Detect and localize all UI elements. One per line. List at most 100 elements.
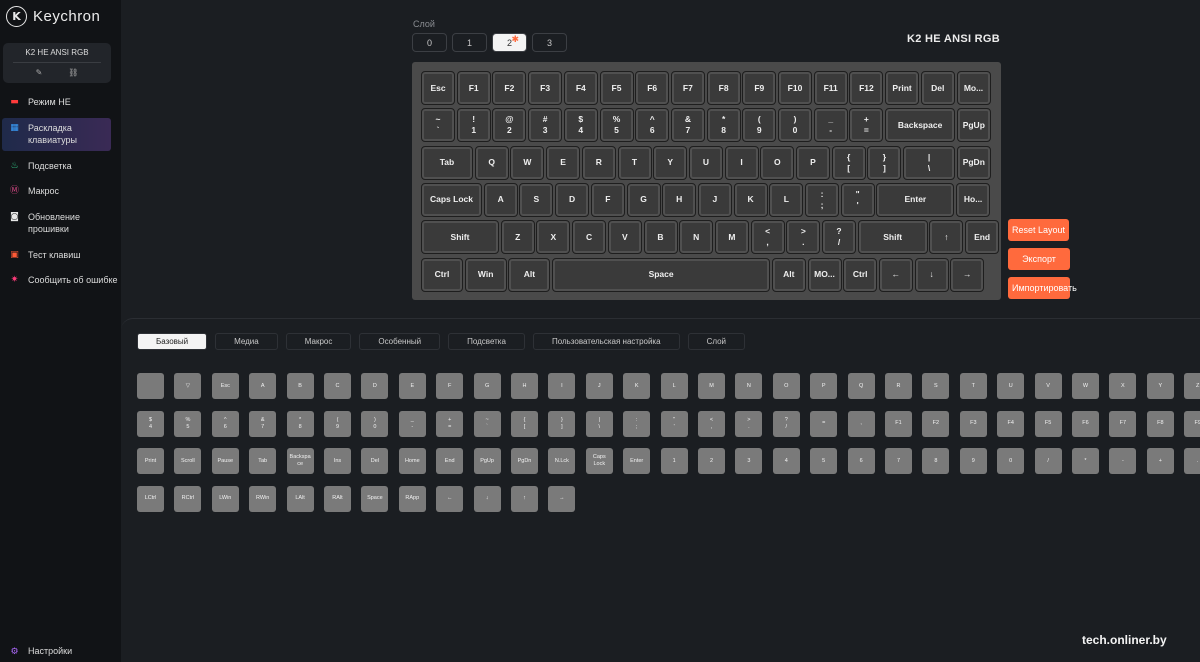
keycode-space[interactable]: Space — [361, 485, 389, 512]
keycode-blank[interactable]: , — [847, 410, 875, 437]
keycode-tab[interactable]: Tab — [249, 448, 277, 474]
keycode-8[interactable]: * 8 — [286, 410, 314, 437]
key-shift[interactable]: Shift — [421, 220, 499, 255]
key-blank[interactable]: {[ — [831, 145, 866, 180]
key-pgup[interactable]: PgUp — [956, 108, 991, 143]
keycode-2[interactable]: 2 — [698, 448, 725, 474]
keycode-rapp[interactable]: RApp — [398, 485, 426, 512]
key-f6[interactable]: F6 — [635, 71, 670, 105]
keycode-b[interactable]: B — [286, 373, 314, 399]
export-button[interactable]: Экспорт — [1008, 248, 1070, 270]
keycode-n-lck[interactable]: N.Lck — [548, 448, 576, 474]
key-a[interactable]: A — [483, 182, 518, 217]
keycode-o[interactable]: O — [772, 373, 800, 399]
keycode-blank[interactable]: <, — [698, 410, 725, 437]
keycode-f2[interactable]: F2 — [922, 410, 950, 437]
tab-базовый[interactable]: Базовый — [137, 333, 208, 350]
key-f1[interactable]: F1 — [456, 71, 491, 105]
keycode-ralt[interactable]: RAlt — [324, 485, 351, 512]
keycode-lalt[interactable]: LAlt — [286, 485, 314, 512]
keycode-f9[interactable]: F9 — [1184, 410, 1200, 437]
keycode-blank[interactable]: = — [810, 410, 838, 437]
keycode-k[interactable]: K — [623, 373, 651, 399]
keycode-6[interactable]: 6 — [847, 448, 875, 474]
key-ctrl[interactable]: Ctrl — [843, 257, 878, 292]
key-o[interactable]: O — [760, 145, 795, 180]
keycode-9[interactable]: 9 — [959, 448, 987, 474]
key-3[interactable]: #3 — [528, 108, 563, 143]
sidebar-item-macro[interactable]: Ⓜ Макрос — [0, 181, 121, 202]
key-blank[interactable]: }] — [867, 145, 902, 180]
keycode-del[interactable]: Del — [361, 448, 389, 474]
import-button[interactable]: Импортировать — [1008, 277, 1077, 299]
key-blank[interactable]: ← — [878, 257, 913, 292]
tab-подсветка[interactable]: Подсветка — [448, 333, 525, 350]
key-blank[interactable]: ~ ` — [421, 108, 455, 143]
keycode-e[interactable]: E — [398, 373, 426, 399]
keycode-blank[interactable]: _ - — [398, 410, 426, 437]
key-c[interactable]: C — [572, 220, 607, 255]
key-g[interactable]: G — [626, 182, 661, 217]
keycode-v[interactable]: V — [1034, 373, 1062, 399]
keycode-5[interactable]: % 5 — [174, 410, 202, 437]
key-space[interactable]: Space — [552, 257, 771, 292]
key-m[interactable]: M — [714, 220, 749, 255]
key-v[interactable]: V — [607, 220, 642, 255]
key-tab[interactable]: Tab — [421, 145, 473, 180]
keycode-9[interactable]: (9 — [324, 410, 351, 437]
key-blank[interactable]: _ - — [813, 108, 848, 143]
keycode-blank[interactable]: ~ ` — [473, 410, 501, 437]
device-card[interactable]: K2 HE ANSI RGB ✎ ⛓ — [3, 43, 111, 83]
key-blank[interactable]: >. — [786, 220, 821, 255]
keycode-j[interactable]: J — [585, 373, 613, 399]
key-blank[interactable]: <, — [750, 220, 785, 255]
keycode-n[interactable]: N — [735, 373, 763, 399]
key-f5[interactable]: F5 — [599, 71, 634, 105]
keycode-8[interactable]: 8 — [922, 448, 950, 474]
key-blank[interactable]: ↑ — [929, 220, 964, 255]
key-alt[interactable]: Alt — [771, 257, 806, 292]
key-del[interactable]: Del — [920, 71, 955, 105]
key-7[interactable]: & 7 — [670, 108, 705, 143]
keycode-blank[interactable]: ? / — [772, 410, 800, 437]
key-blank[interactable]: " ' — [840, 182, 875, 217]
keycode-m[interactable]: M — [698, 373, 725, 399]
keycode-blank[interactable]: ↑ — [511, 485, 538, 512]
key-u[interactable]: U — [688, 145, 723, 180]
key-z[interactable]: Z — [500, 220, 535, 255]
keycode-blank[interactable]: >. — [735, 410, 763, 437]
key-print[interactable]: Print — [885, 71, 920, 105]
key-t[interactable]: T — [617, 145, 652, 180]
keycode-5[interactable]: 5 — [810, 448, 838, 474]
key-l[interactable]: L — [769, 182, 804, 217]
key-blank[interactable]: + = — [849, 108, 884, 143]
key-h[interactable]: H — [662, 182, 697, 217]
keycode-q[interactable]: Q — [847, 373, 875, 399]
keycode-1[interactable]: 1 — [660, 448, 688, 474]
sidebar-item-firmware[interactable]: ◙ Обновление прошивки — [0, 207, 121, 240]
sidebar-item-bug[interactable]: ✷ Сообщить об ошибке — [0, 270, 121, 291]
key-r[interactable]: R — [581, 145, 616, 180]
keycode-a[interactable]: A — [249, 373, 277, 399]
key-blank[interactable]: ↓ — [914, 257, 949, 292]
tab-особенный[interactable]: Особенный — [359, 333, 441, 350]
key-ctrl[interactable]: Ctrl — [421, 257, 463, 292]
key-1[interactable]: ! 1 — [456, 108, 491, 143]
key-q[interactable]: Q — [474, 145, 509, 180]
keycode-esc[interactable]: Esc — [211, 373, 239, 399]
keycode-f4[interactable]: F4 — [997, 410, 1025, 437]
key-shift[interactable]: Shift — [857, 220, 928, 255]
keycode-backspa-ce[interactable]: Backspa ce — [286, 448, 314, 474]
key-ho[interactable]: Ho... — [956, 182, 991, 217]
keycode-p[interactable]: P — [810, 373, 838, 399]
key-f9[interactable]: F9 — [742, 71, 777, 105]
key-enter[interactable]: Enter — [876, 182, 955, 217]
reset-layout-button[interactable]: Reset Layout — [1008, 219, 1070, 241]
keycode-blank[interactable]: → — [548, 485, 576, 512]
keycode-caps-lock[interactable]: Caps Lock — [585, 448, 613, 474]
key-caps-lock[interactable]: Caps Lock — [421, 182, 482, 217]
keycode-6[interactable]: ^ 6 — [211, 410, 239, 437]
keycode-end[interactable]: End — [436, 448, 464, 474]
keycode-f8[interactable]: F8 — [1146, 410, 1174, 437]
key-b[interactable]: B — [643, 220, 678, 255]
